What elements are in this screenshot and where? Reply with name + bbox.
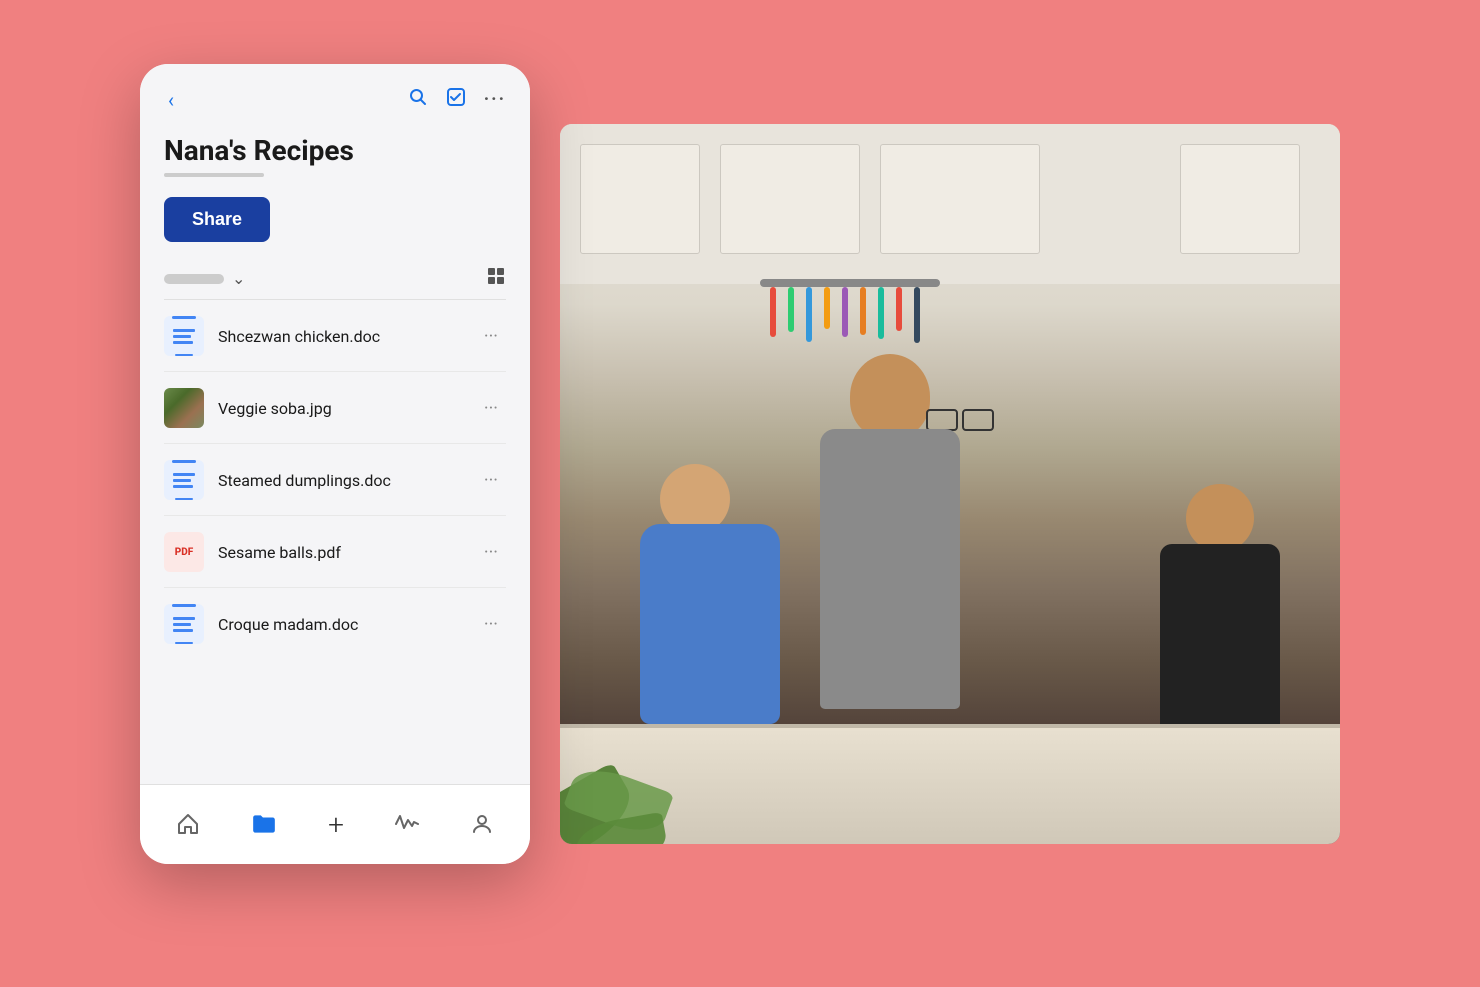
file-name: Sesame balls.pdf (218, 543, 476, 562)
header-icons: ··· (408, 87, 506, 112)
file-more-button[interactable]: ··· (476, 610, 506, 639)
chevron-down-icon[interactable]: ⌄ (232, 269, 245, 288)
list-item[interactable]: Veggie soba.jpg ··· (140, 372, 530, 444)
file-name: Steamed dumplings.doc (218, 471, 476, 490)
back-button[interactable]: ‹ (164, 84, 178, 116)
nav-add[interactable]: + (312, 800, 360, 849)
list-item[interactable]: PDF Sesame balls.pdf ··· (140, 516, 530, 588)
file-more-button[interactable]: ··· (476, 538, 506, 567)
phone-header: ‹ ··· (140, 64, 530, 126)
doc-icon (164, 460, 204, 500)
phone-card: ‹ ··· Nana's Recipes (140, 64, 530, 864)
bottom-nav: + (140, 784, 530, 864)
page-title: Nana's Recipes (164, 134, 506, 168)
list-item[interactable]: Shcezwan chicken.doc ··· (140, 300, 530, 372)
nav-activity[interactable] (379, 804, 435, 844)
filter-pill (164, 274, 224, 284)
file-more-button[interactable]: ··· (476, 394, 506, 423)
plant (560, 684, 720, 844)
nav-folder[interactable] (235, 803, 293, 845)
search-icon[interactable] (408, 87, 428, 112)
kitchen-photo (560, 124, 1340, 844)
file-more-button[interactable]: ··· (476, 322, 506, 351)
list-item[interactable]: Croque madam.doc ··· (140, 588, 530, 660)
file-name: Shcezwan chicken.doc (218, 327, 476, 346)
more-icon[interactable]: ··· (484, 89, 506, 110)
img-icon (164, 388, 204, 428)
file-more-button[interactable]: ··· (476, 466, 506, 495)
scene: ‹ ··· Nana's Recipes (140, 64, 1340, 924)
phone-title-area: Nana's Recipes (140, 126, 530, 194)
file-name: Veggie soba.jpg (218, 399, 476, 418)
pdf-icon: PDF (164, 532, 204, 572)
doc-icon (164, 604, 204, 644)
share-button[interactable]: Share (164, 197, 270, 242)
filter-bar: ⌄ (140, 258, 530, 299)
filter-left: ⌄ (164, 269, 245, 288)
nav-home[interactable] (160, 804, 216, 844)
file-name: Croque madam.doc (218, 615, 476, 634)
doc-icon (164, 316, 204, 356)
file-list: Shcezwan chicken.doc ··· Veggie soba.jpg… (140, 300, 530, 660)
nav-profile[interactable] (454, 804, 510, 844)
checkmark-icon[interactable] (446, 87, 466, 112)
list-item[interactable]: Steamed dumplings.doc ··· (140, 444, 530, 516)
title-underline (164, 173, 264, 177)
grid-view-icon[interactable] (486, 266, 506, 291)
cabinets (560, 124, 1340, 284)
